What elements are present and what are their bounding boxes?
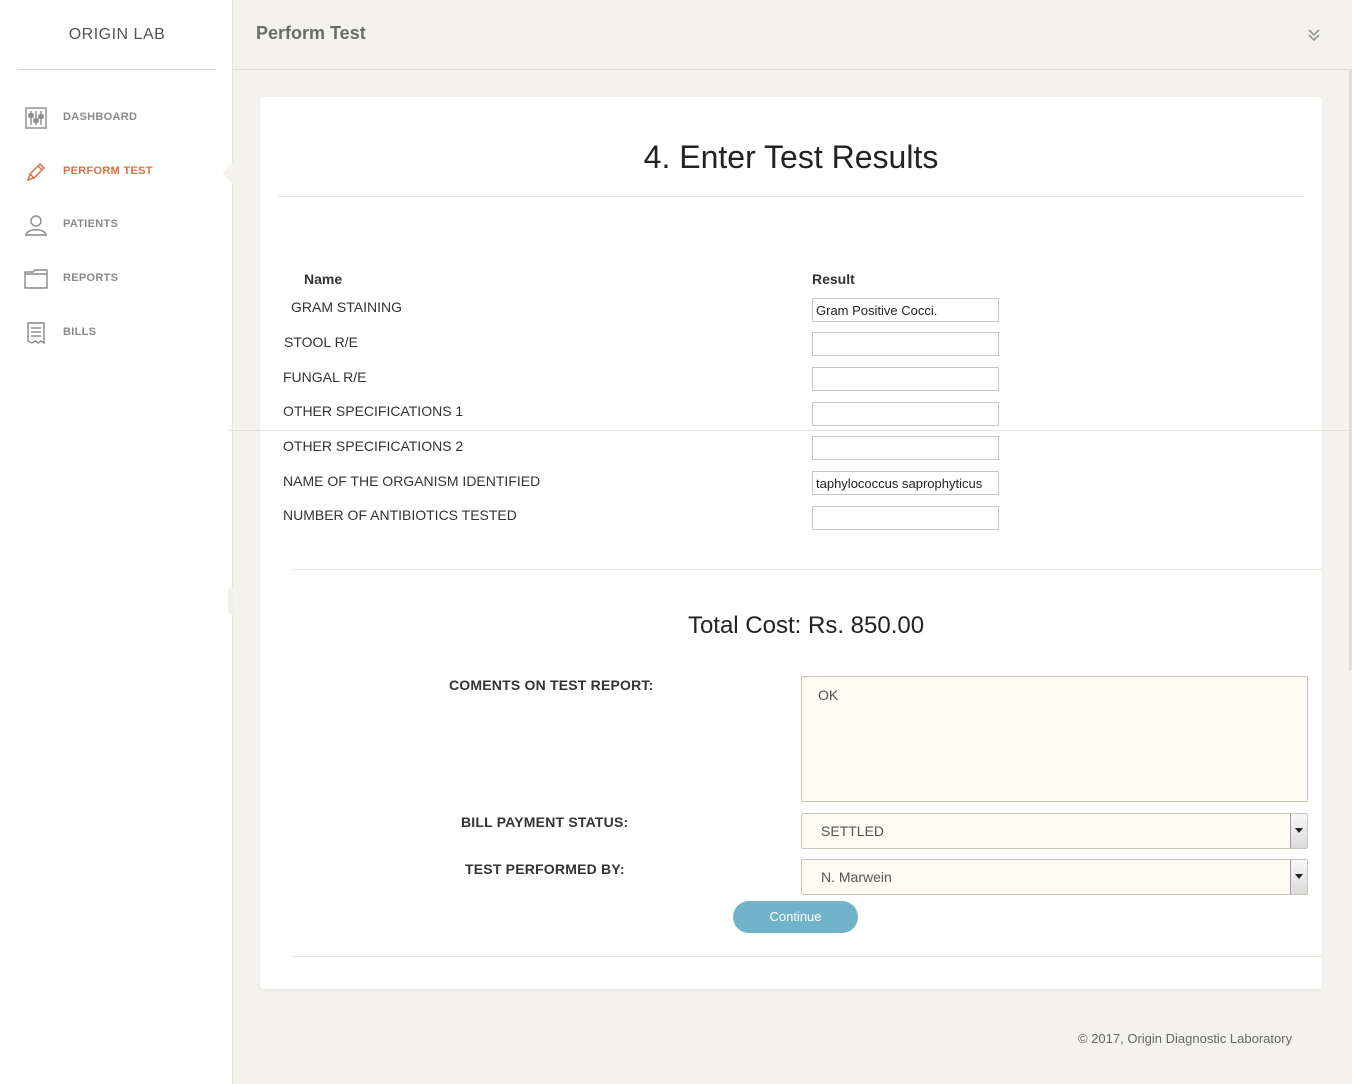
result-input-organism[interactable] [812,471,999,495]
continue-button[interactable]: Continue [733,901,858,933]
sidebar-item-bills[interactable]: BILLS [0,313,233,353]
pencil-icon [24,160,48,184]
comments-label: COMENTS ON TEST REPORT: [449,677,654,693]
test-name: OTHER SPECIFICATIONS 1 [283,403,464,419]
result-input-gram-staining[interactable] [812,298,999,322]
column-header-result: Result [812,271,855,287]
sidebar-item-patients[interactable]: PATIENTS [0,205,233,245]
test-name: FUNGAL R/E [283,369,367,385]
sidebar-item-dashboard[interactable]: DASHBOARD [0,98,233,138]
sidebar-item-label: PATIENTS [63,218,119,230]
sidebar-item-label: BILLS [63,326,97,338]
comments-textarea[interactable]: OK [801,676,1308,802]
test-name: GRAM STAINING [291,299,402,315]
test-results-card: 4. Enter Test Results Name Result GRAM S… [260,97,1322,989]
sidebar: ORIGIN LAB DASHBOARD PERFORM TEST PATIEN… [0,0,234,1084]
dashboard-sliders-icon [24,106,48,130]
folder-icon [24,267,48,291]
step-title: 4. Enter Test Results [643,139,939,175]
caret-down-icon[interactable] [1290,860,1307,894]
sidebar-item-label: REPORTS [63,272,119,284]
test-name: STOOL R/E [284,334,358,350]
sidebar-scroll-handle[interactable] [228,587,233,615]
sidebar-item-label: DASHBOARD [63,111,138,123]
performed-by-label: TEST PERFORMED BY: [465,861,625,877]
select-value: SETTLED [821,823,885,839]
total-cost: Total Cost: Rs. 850.00 [687,612,925,639]
select-value: N. Marwein [821,869,892,885]
test-name: NAME OF THE ORGANISM IDENTIFIED [283,473,541,489]
sidebar-item-perform-test[interactable]: PERFORM TEST [0,152,234,192]
footer-copyright: © 2017, Origin Diagnostic Laboratory [1078,1031,1293,1046]
double-chevron-down-icon[interactable] [1306,26,1322,44]
divider [228,430,1352,431]
sidebar-item-label: PERFORM TEST [63,165,153,177]
bill-status-label: BILL PAYMENT STATUS: [461,814,629,830]
result-input-stool[interactable] [812,332,999,356]
caret-down-icon[interactable] [1290,814,1307,848]
result-input-other-spec-2[interactable] [812,436,999,460]
active-indicator [222,161,234,185]
user-icon [24,213,48,237]
result-input-fungal[interactable] [812,367,999,391]
divider [278,196,1304,197]
receipt-icon [24,321,48,345]
sidebar-item-reports[interactable]: REPORTS [0,259,233,299]
page-header: Perform Test [233,0,1352,70]
test-name: NUMBER OF ANTIBIOTICS TESTED [283,507,517,523]
column-header-name: Name [304,271,343,287]
result-input-other-spec-1[interactable] [812,402,999,426]
divider [292,569,1322,570]
divider [292,956,1322,957]
test-name: OTHER SPECIFICATIONS 2 [283,438,464,454]
bill-status-select[interactable]: SETTLED [801,813,1308,849]
page-title: Perform Test [256,23,366,43]
result-input-antibiotics[interactable] [812,506,999,530]
brand-logo[interactable]: ORIGIN LAB [18,0,216,70]
performed-by-select[interactable]: N. Marwein [801,859,1308,895]
